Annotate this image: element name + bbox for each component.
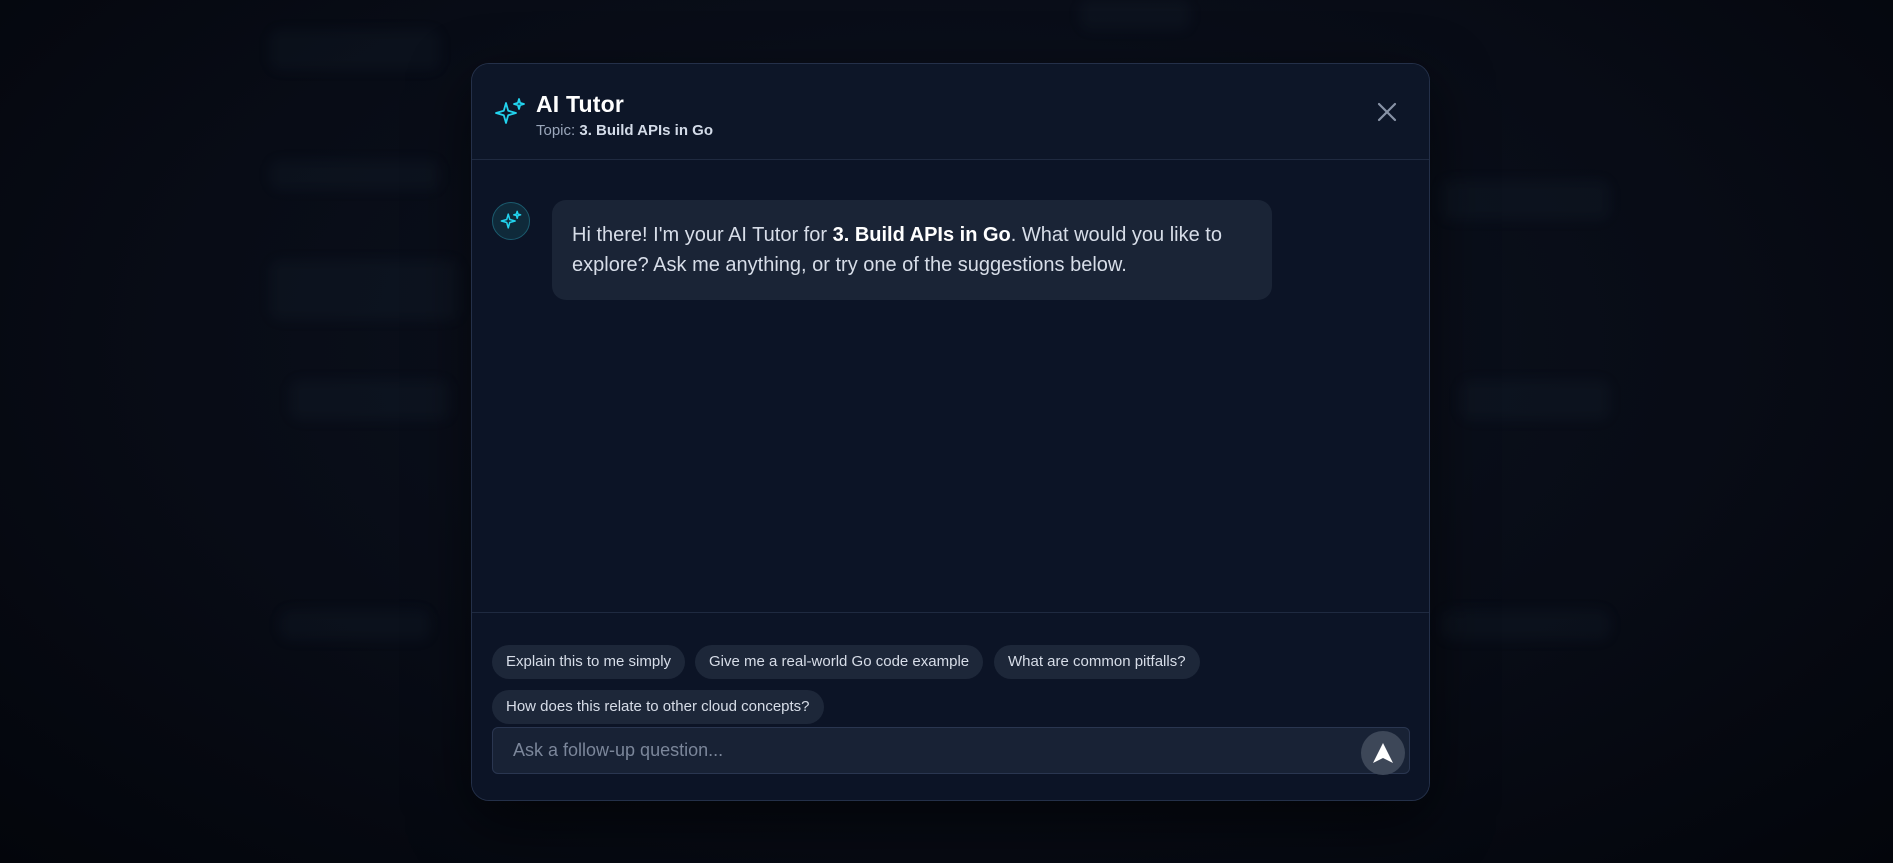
send-button[interactable] xyxy=(1361,731,1405,775)
background-blur xyxy=(1460,380,1610,420)
topic-label: Topic: xyxy=(536,122,580,139)
close-button[interactable] xyxy=(1375,100,1399,124)
background-blur xyxy=(270,160,440,190)
composer-area: Explain this to me simply Give me a real… xyxy=(472,612,1429,800)
background-blur xyxy=(270,30,440,70)
suggestion-chip-cloud[interactable]: How does this relate to other cloud conc… xyxy=(492,690,824,724)
suggestion-chip-pitfalls[interactable]: What are common pitfalls? xyxy=(994,645,1200,679)
background-blur xyxy=(270,260,460,320)
background-blur xyxy=(1440,610,1610,640)
message-text-prefix: Hi there! I'm your AI Tutor for xyxy=(572,224,833,246)
message-list: Hi there! I'm your AI Tutor for 3. Build… xyxy=(472,160,1429,675)
message-topic: 3. Build APIs in Go xyxy=(832,224,1011,246)
background-blur xyxy=(290,380,450,420)
suggestion-chip-example[interactable]: Give me a real-world Go code example xyxy=(695,645,984,679)
topic-value: 3. Build APIs in Go xyxy=(579,122,713,139)
follow-up-question-input[interactable] xyxy=(493,728,1343,773)
dialog-header: AI Tutor Topic: 3. Build APIs in Go xyxy=(472,64,1429,160)
sparkles-icon xyxy=(494,97,526,129)
sparkles-icon xyxy=(500,210,522,229)
send-arrow-icon xyxy=(1373,743,1393,763)
background-blur xyxy=(1080,0,1190,30)
ai-tutor-dialog: AI Tutor Topic: 3. Build APIs in Go Hi t… xyxy=(471,63,1430,801)
background-blur xyxy=(1440,180,1610,220)
tutor-avatar xyxy=(492,202,530,240)
close-icon xyxy=(1377,102,1397,122)
topic-subtitle: Topic: 3. Build APIs in Go xyxy=(536,122,713,139)
question-input-wrapper xyxy=(492,727,1410,775)
suggestion-chip-explain[interactable]: Explain this to me simply xyxy=(492,645,686,679)
background-blur xyxy=(280,610,430,640)
tutor-message-bubble: Hi there! I'm your AI Tutor for 3. Build… xyxy=(552,200,1272,300)
dialog-title: AI Tutor xyxy=(536,91,625,117)
